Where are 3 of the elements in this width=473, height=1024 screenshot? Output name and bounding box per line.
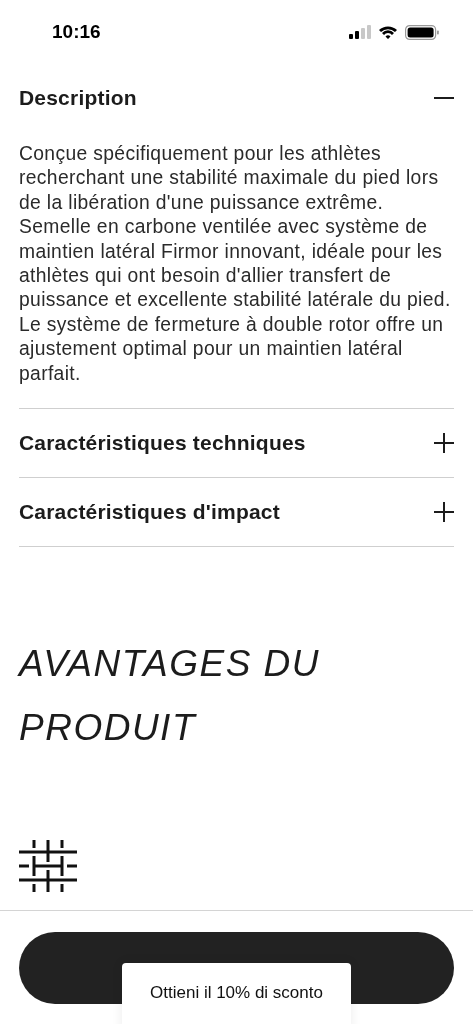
- status-time: 10:16: [52, 19, 101, 44]
- description-text: Conçue spécifiquement pour les athlètes recherchant une stabilité maximale du pied lors de la libération d'une puissance extrême. Semelle en carbone ventilée avec système de maintien latéral Firmor innovant, idéale pour les athlètes qui ont besoin d'allier transfert de puissance et excellente stabilité latérale du pied. Le système de fermeture à double rotor offre un ajustement optimal pour un maintien latéral parfait.: [19, 142, 452, 386]
- section-heading: AVANTAGES DU PRODUIT: [19, 642, 322, 751]
